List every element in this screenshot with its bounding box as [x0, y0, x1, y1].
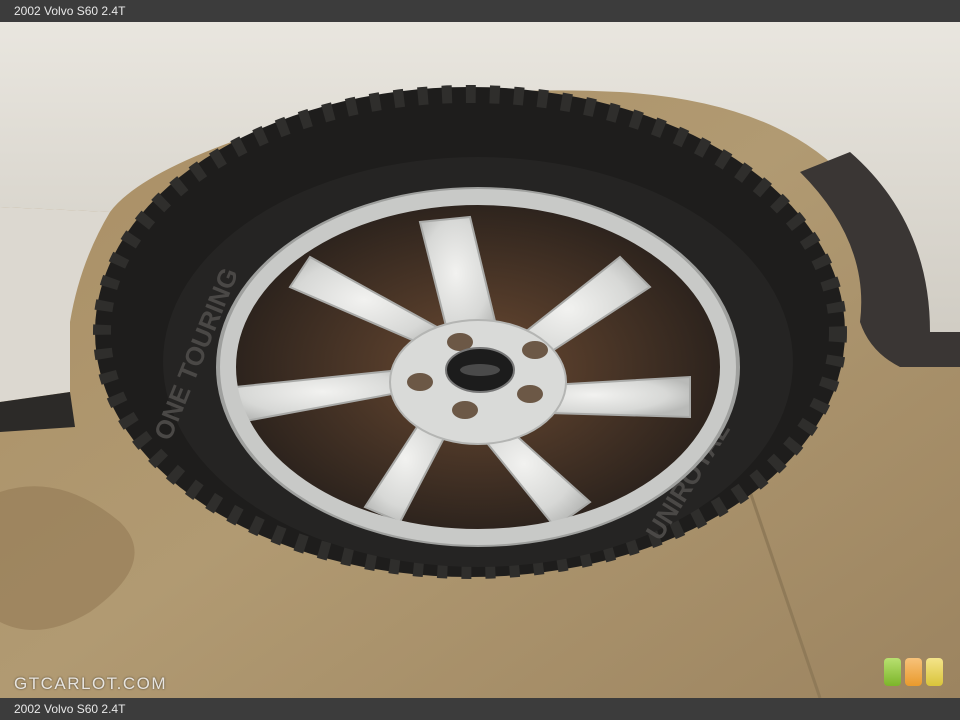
center-cap-logo: [460, 364, 500, 376]
photo-caption: 2002 Volvo S60 2.4T: [14, 702, 126, 716]
site-watermark: GTCARLOT.COM: [14, 674, 168, 693]
page-title: 2002 Volvo S60 2.4T: [14, 4, 126, 18]
photo-viewer: 2002 Volvo S60 2.4T ONE TOURING UNIROYAL…: [0, 0, 960, 720]
title-bar: 2002 Volvo S60 2.4T: [0, 0, 960, 22]
badge-green-icon: [884, 658, 901, 686]
caption-bar: 2002 Volvo S60 2.4T: [0, 698, 960, 720]
wheel-photo: ONE TOURING UNIROYAL: [0, 22, 960, 698]
badge-yellow-icon: [926, 658, 943, 686]
badge-orange-icon: [905, 658, 922, 686]
